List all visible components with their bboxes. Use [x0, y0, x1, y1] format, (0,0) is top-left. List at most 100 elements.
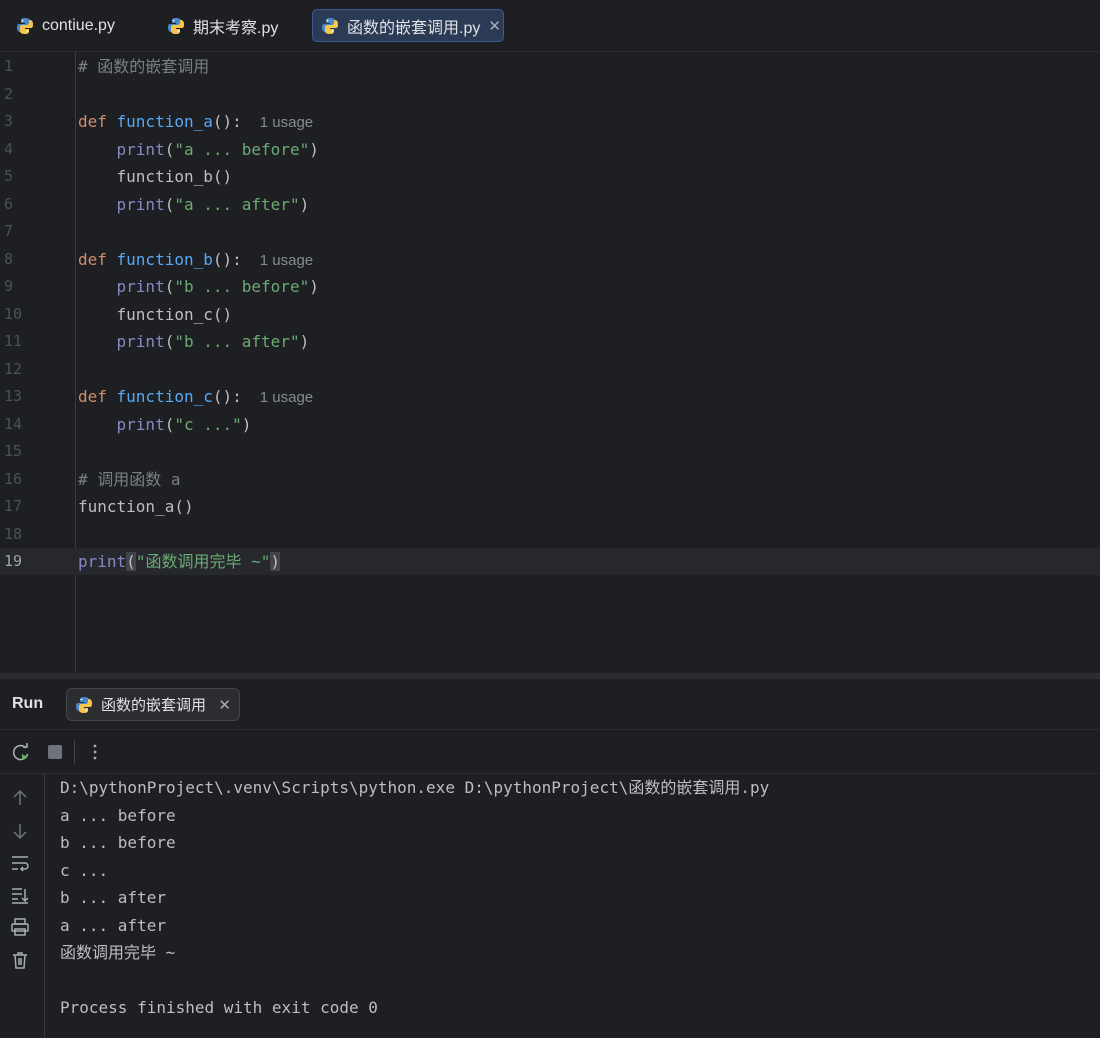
code-token: function_c(): [78, 304, 233, 324]
code-line[interactable]: 8 def function_b(): 1 usage: [0, 246, 1100, 273]
console-line: a ... after: [60, 915, 166, 935]
code-token: def: [78, 112, 117, 131]
code-text: function_b(): [78, 163, 233, 190]
console-line: Process finished with exit code 0: [60, 998, 378, 1017]
code-text: def function_a(): 1 usage: [78, 108, 313, 136]
code-line[interactable]: 4 print("a ... before"): [0, 136, 1100, 163]
line-number: 13: [4, 387, 23, 405]
code-token: (: [126, 552, 136, 571]
code-token: ): [299, 332, 310, 351]
python-icon: [17, 17, 33, 34]
trash-icon[interactable]: [10, 950, 30, 970]
console-side-toolbar: [0, 774, 45, 1038]
line-number: 7: [4, 222, 14, 240]
console-line: D:\pythonProject\.venv\Scripts\python.ex…: [60, 778, 770, 797]
code-text: def function_b(): 1 usage: [78, 246, 313, 274]
tab-label: 期末考察.py: [193, 19, 279, 37]
rerun-icon[interactable]: [11, 742, 31, 762]
code-token: ): [309, 277, 319, 296]
code-line[interactable]: 1 # 函数的嵌套调用: [0, 53, 1100, 80]
code-line[interactable]: 15: [0, 438, 1100, 465]
print-icon[interactable]: [10, 917, 30, 937]
close-icon[interactable]: ✕: [218, 696, 231, 714]
line-number: 12: [4, 359, 23, 378]
code-line[interactable]: 2: [0, 81, 1100, 108]
code-token: print: [116, 139, 165, 159]
code-token: print: [116, 277, 165, 296]
code-line[interactable]: 16 # 调用函数 a: [0, 466, 1100, 493]
line-number: 10: [4, 304, 23, 323]
code-line[interactable]: 11 print("b ... after"): [0, 328, 1100, 355]
python-icon: [168, 17, 184, 34]
close-icon[interactable]: ✕: [488, 17, 501, 35]
code-line[interactable]: 10 function_c(): [0, 301, 1100, 328]
line-number: 18: [4, 524, 23, 543]
code-token: function_c: [116, 387, 213, 406]
line-number: 1: [4, 57, 14, 75]
code-line[interactable]: 17 function_a(): [0, 493, 1100, 520]
code-editor[interactable]: 1 # 函数的嵌套调用 2 3 def function_a(): 1 usage 4 pr…: [0, 52, 1100, 672]
tab-nested-call-py[interactable]: 函数的嵌套调用.py ✕: [312, 9, 504, 42]
scroll-up-icon[interactable]: [10, 788, 30, 808]
code-line[interactable]: 18: [0, 521, 1100, 548]
code-token: def: [78, 249, 117, 269]
code-token: print: [78, 552, 127, 571]
line-number: 16: [4, 469, 23, 488]
soft-wrap-icon[interactable]: [10, 853, 30, 873]
run-panel-title: Run: [12, 695, 44, 712]
run-tab-label: 函数的嵌套调用: [101, 697, 207, 714]
code-token: ():: [212, 387, 242, 406]
code-line[interactable]: 6 print("a ... after"): [0, 191, 1100, 218]
tab-final-exam-py[interactable]: 期末考察.py: [159, 9, 286, 42]
code-token: function_a: [116, 112, 213, 131]
code-token: (: [164, 332, 175, 351]
code-token: ():: [212, 112, 242, 131]
line-number: 9: [4, 277, 14, 295]
tab-contiue-py[interactable]: contiue.py: [8, 9, 123, 42]
code-line[interactable]: 19 print("函数调用完毕 ~"): [0, 548, 1100, 575]
python-icon: [76, 696, 92, 713]
code-token: "c ...": [174, 414, 242, 434]
code-line[interactable]: 13 def function_c(): 1 usage: [0, 383, 1100, 410]
console-line: b ... before: [60, 833, 176, 852]
code-token: ():: [212, 249, 242, 269]
code-token: "b ... before": [174, 277, 310, 296]
scroll-to-end-icon[interactable]: [10, 885, 30, 905]
code-token: ): [299, 194, 310, 214]
line-number: 5: [4, 167, 14, 185]
usage-hint[interactable]: 1 usage: [260, 389, 313, 406]
console-line: a ... before: [60, 805, 176, 825]
usage-hint[interactable]: 1 usage: [260, 252, 313, 269]
code-line[interactable]: 5 function_b(): [0, 163, 1100, 190]
more-options-icon[interactable]: [85, 742, 105, 762]
code-line[interactable]: 14 print("c ..."): [0, 411, 1100, 438]
usage-hint[interactable]: 1 usage: [260, 114, 313, 131]
editor-tab-bar: contiue.py 期末考察.py 函数的嵌套调用.py ✕: [0, 0, 1100, 52]
code-line[interactable]: 12: [0, 356, 1100, 383]
code-line[interactable]: 9 print("b ... before"): [0, 273, 1100, 300]
console-output[interactable]: D:\pythonProject\.venv\Scripts\python.ex…: [60, 774, 1090, 1022]
code-token: function_a(): [78, 497, 194, 516]
run-toolbar: [0, 730, 1100, 774]
line-number: 19: [4, 552, 23, 570]
code-token: function_b(): [78, 167, 233, 186]
scroll-down-icon[interactable]: [10, 821, 30, 841]
code-text: function_c(): [78, 301, 233, 328]
line-number: 17: [4, 497, 23, 515]
toolbar-divider: [74, 740, 75, 764]
code-text: def function_c(): 1 usage: [78, 383, 313, 411]
tab-label: contiue.py: [42, 16, 115, 34]
code-line[interactable]: 7: [0, 218, 1100, 245]
line-number: 6: [4, 194, 14, 213]
stop-icon[interactable]: [45, 742, 65, 762]
code-token: (: [164, 139, 175, 159]
code-token: "a ... before": [174, 139, 310, 159]
run-config-tab[interactable]: 函数的嵌套调用 ✕: [66, 688, 240, 721]
code-token: def: [78, 387, 117, 406]
code-token: # 函数的嵌套调用: [78, 57, 210, 76]
code-line[interactable]: 3 def function_a(): 1 usage: [0, 108, 1100, 135]
